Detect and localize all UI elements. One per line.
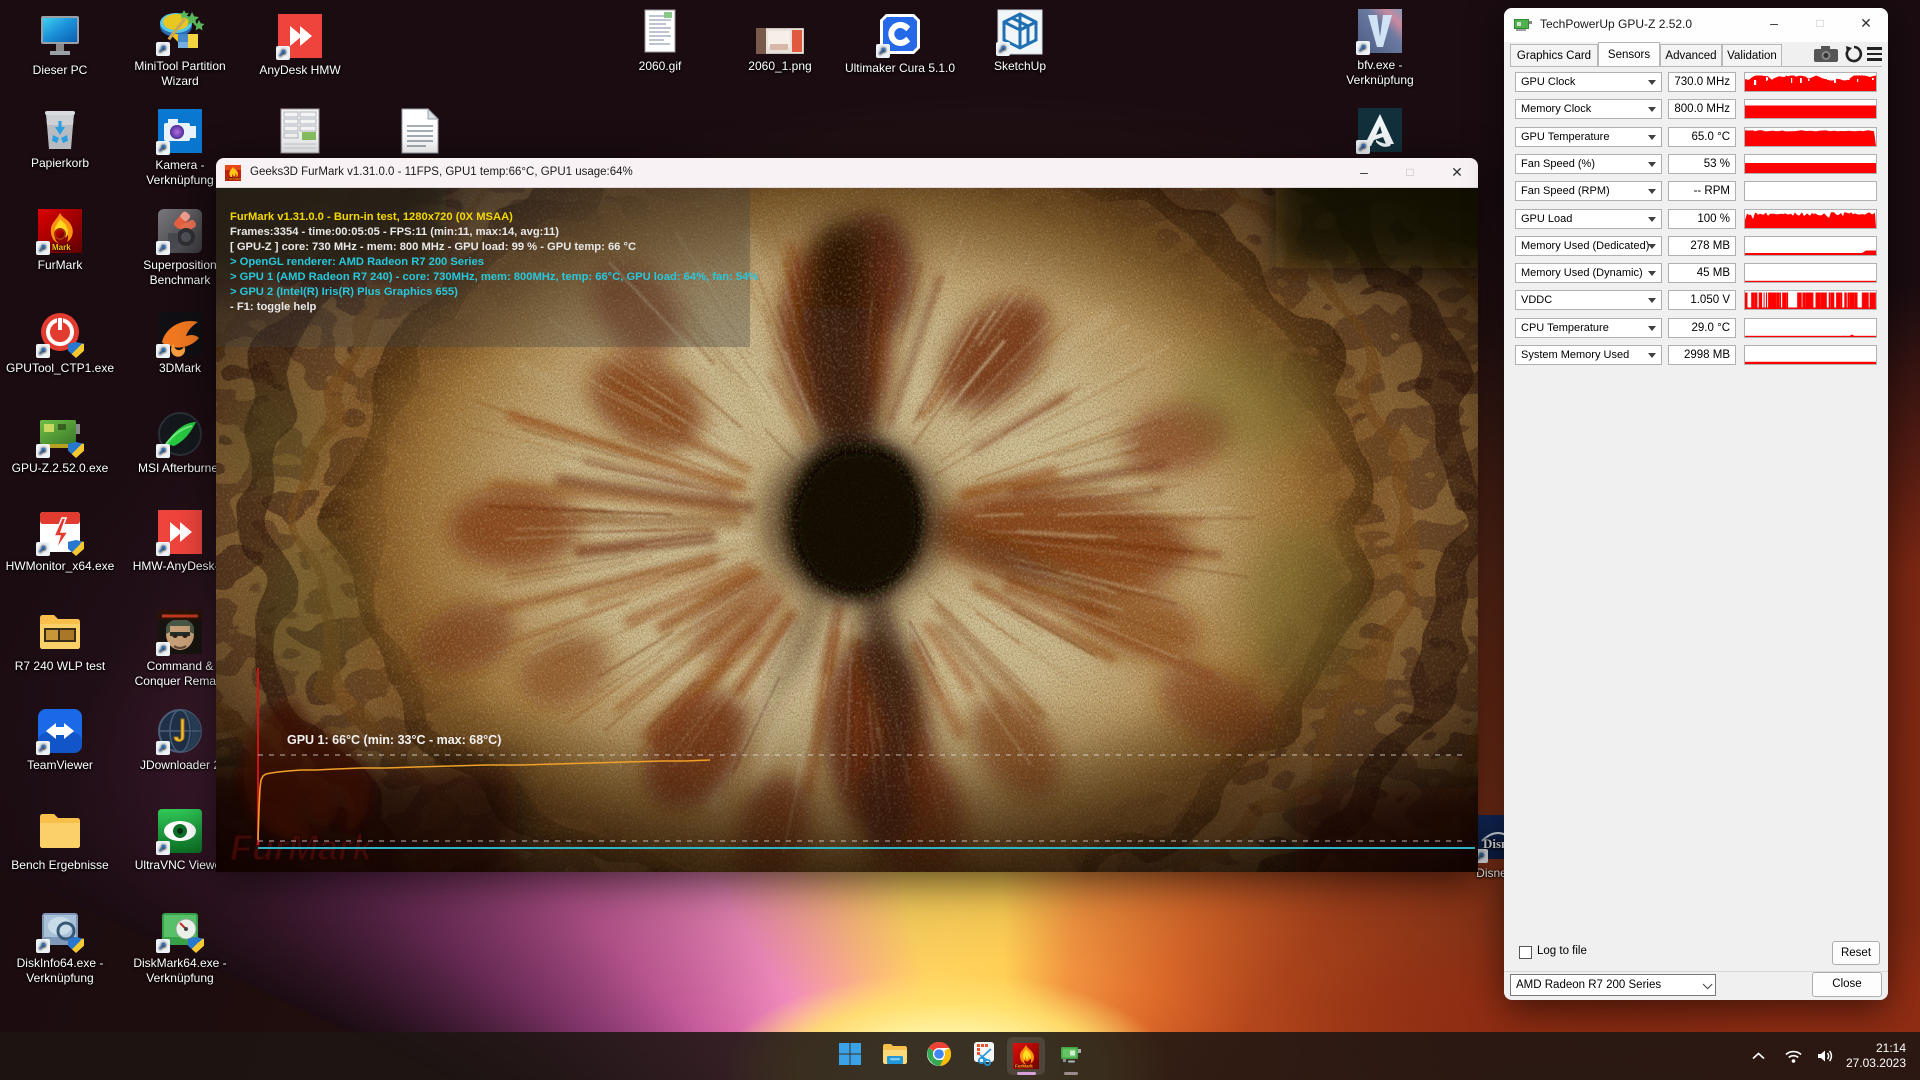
svg-text:GPU 1: 66°C (min: 33°C - max:: GPU 1: 66°C (min: 33°C - max: 68°C) [287,733,501,747]
svg-text:Mark: Mark [52,243,71,252]
svg-text:FurMark: FurMark [227,176,242,181]
svg-text:FurMark: FurMark [1015,1064,1033,1069]
